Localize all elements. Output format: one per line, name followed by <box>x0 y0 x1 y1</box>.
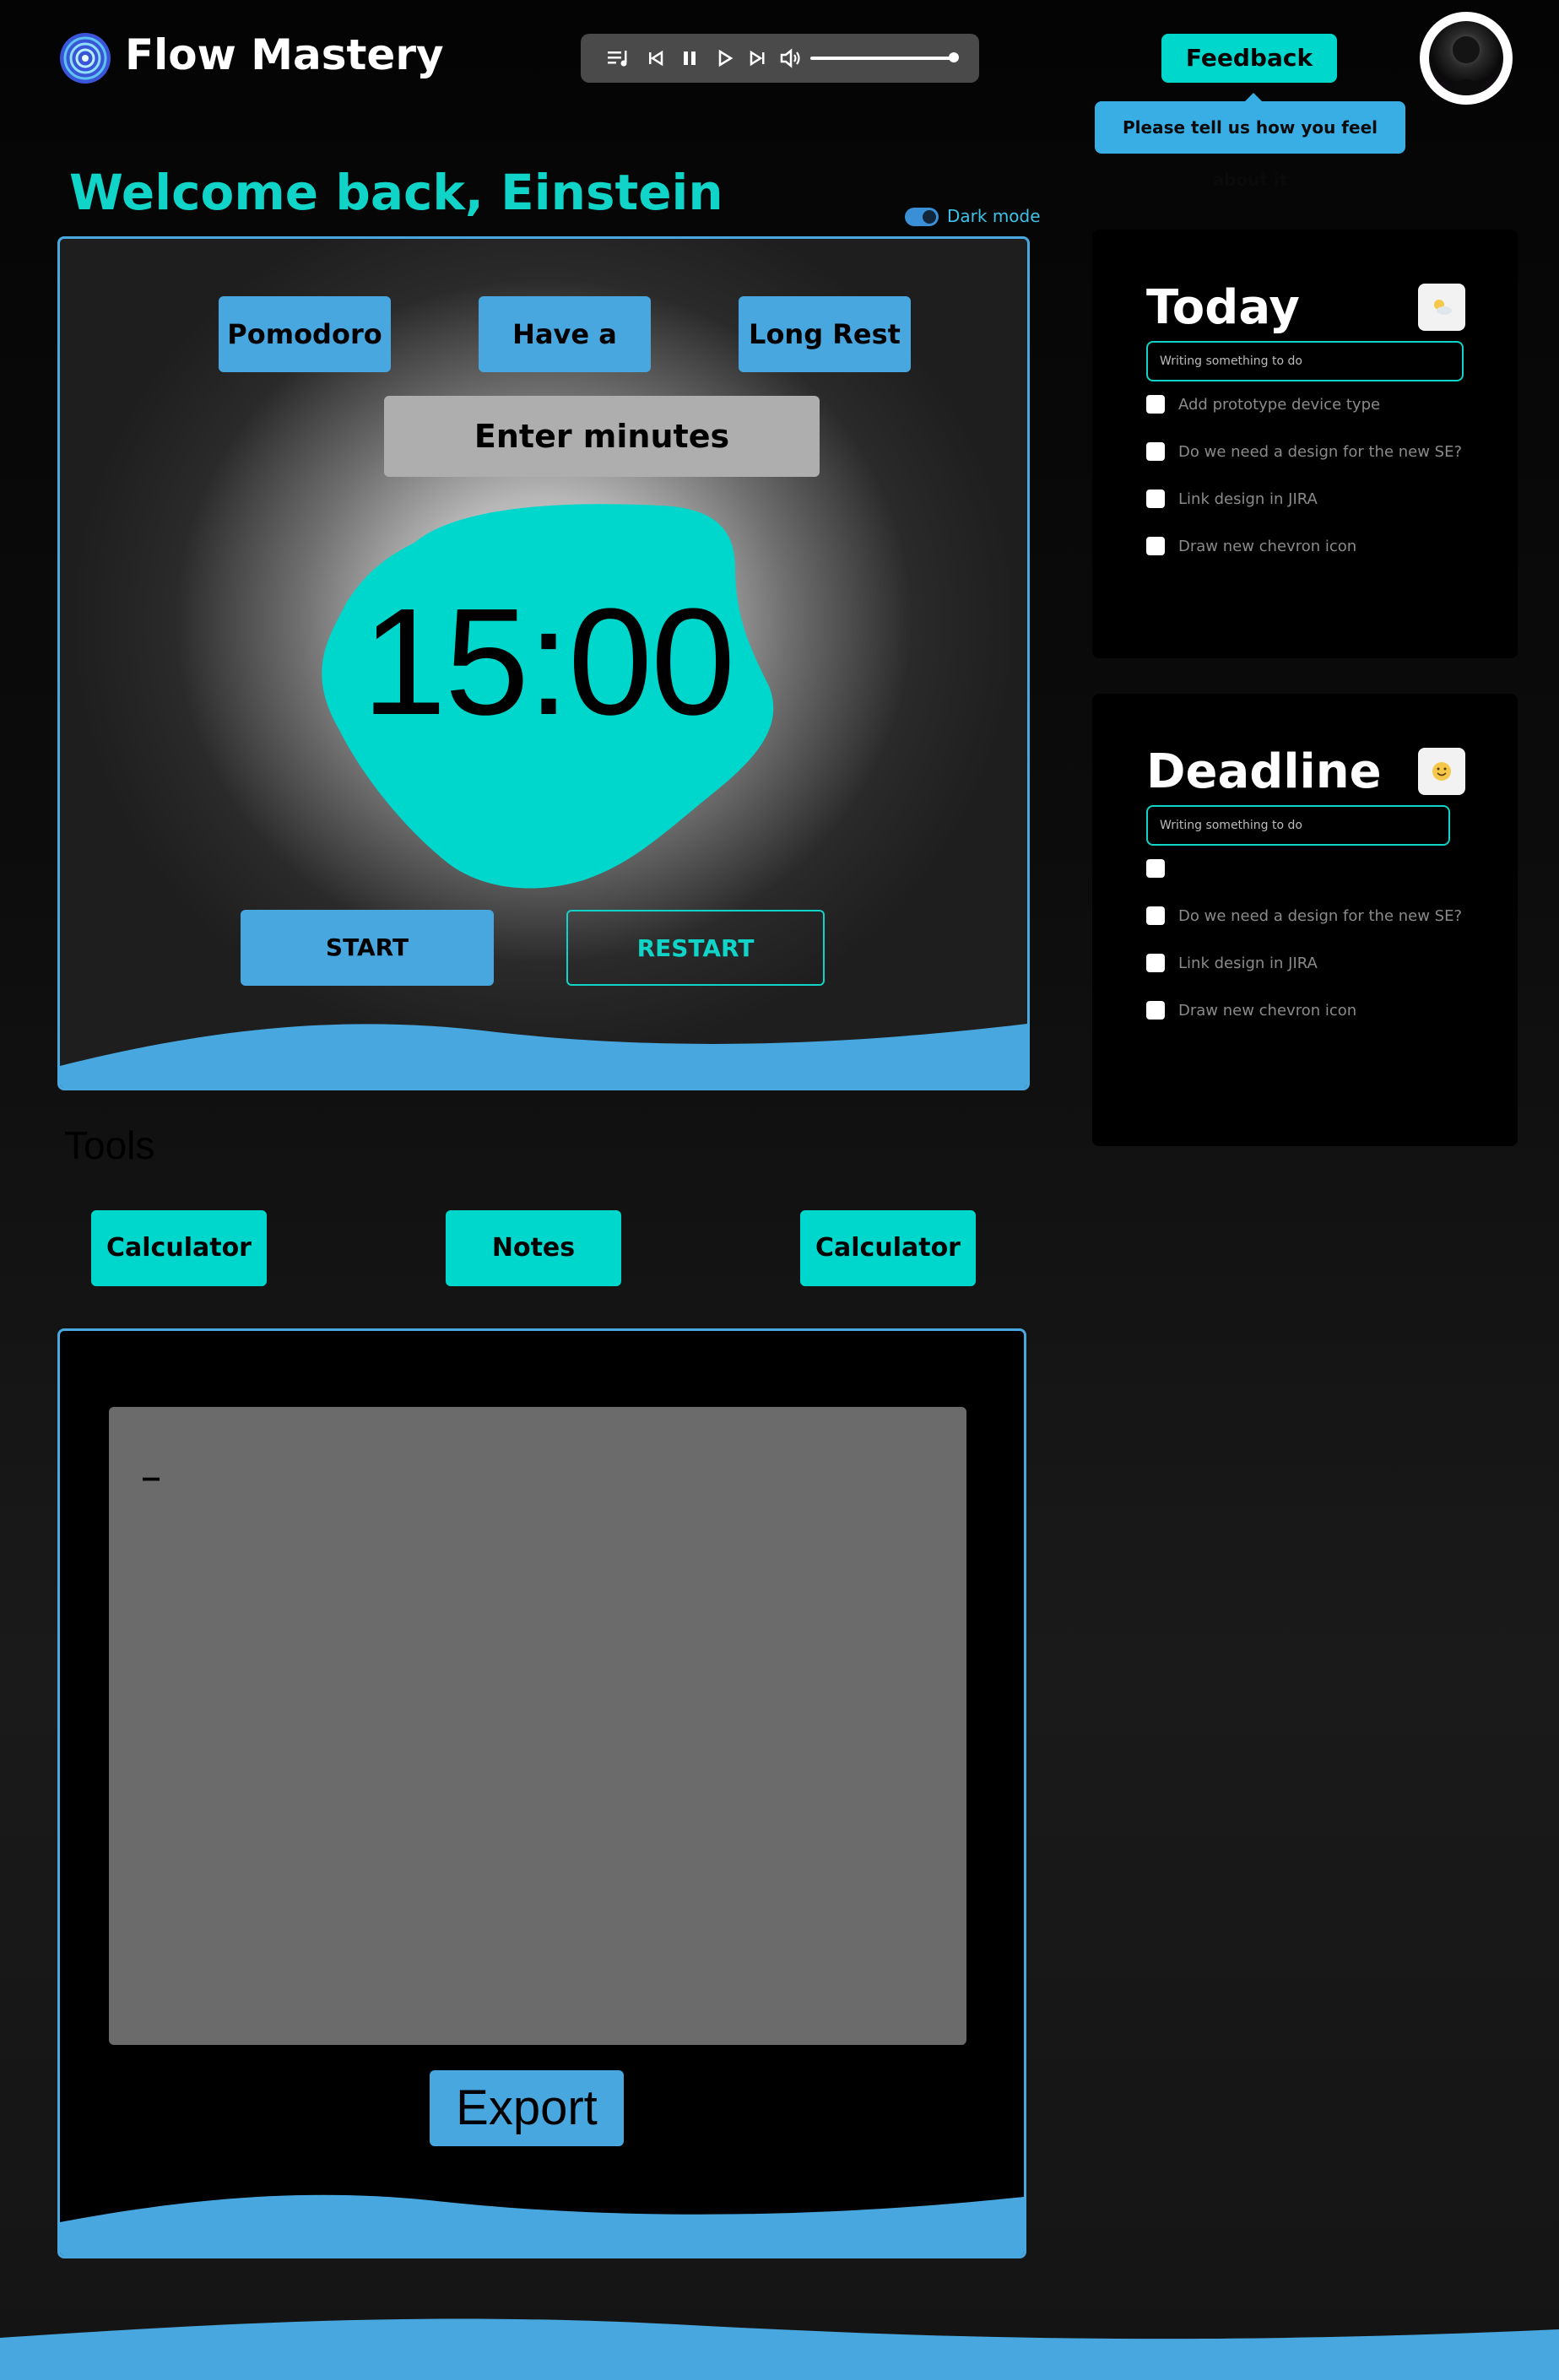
deadline-panel: Deadline Do we need a design for the new… <box>1092 694 1518 1146</box>
pause-icon[interactable] <box>677 46 702 71</box>
task-label: Do we need a design for the new SE? <box>1178 907 1463 925</box>
app-title: Flow Mastery <box>125 30 444 79</box>
app-logo-icon <box>59 32 111 84</box>
calculator-button[interactable]: Calculator <box>91 1210 267 1286</box>
card-wave <box>60 1024 1027 1088</box>
deadline-title: Deadline <box>1146 744 1382 799</box>
task-checkbox[interactable] <box>1146 906 1165 925</box>
minutes-input[interactable] <box>384 396 820 477</box>
today-panel: Today Add prototype device type Do we ne… <box>1092 230 1518 658</box>
task-label: Add prototype device type <box>1178 396 1381 414</box>
task-checkbox[interactable] <box>1146 395 1165 414</box>
previous-icon[interactable] <box>643 46 669 71</box>
notes-content: _ <box>143 1442 160 1481</box>
task-checkbox[interactable] <box>1146 442 1165 461</box>
volume-icon[interactable] <box>778 46 804 71</box>
task-checkbox[interactable] <box>1146 490 1165 508</box>
mode-pomodoro-button[interactable]: Pomodoro <box>219 296 391 372</box>
smile-icon[interactable] <box>1418 748 1465 795</box>
export-button[interactable]: Export <box>430 2070 624 2146</box>
task-checkbox[interactable] <box>1146 859 1165 878</box>
playlist-icon[interactable] <box>606 46 631 71</box>
task-label: Link design in JIRA <box>1178 490 1318 508</box>
notes-button[interactable]: Notes <box>446 1210 621 1286</box>
task-label: Link design in JIRA <box>1178 955 1318 972</box>
calculator-button-2[interactable]: Calculator <box>800 1210 976 1286</box>
timer-display: 15:00 <box>361 577 735 747</box>
mode-have-a-rest-button[interactable]: Have a rest <box>479 296 651 426</box>
tools-heading: Tools <box>64 1123 155 1167</box>
card-wave <box>60 2194 1024 2256</box>
notes-textarea[interactable]: _ <box>109 1407 966 2045</box>
dark-mode-toggle[interactable] <box>905 208 939 226</box>
sun-cloud-icon[interactable] <box>1418 284 1465 331</box>
timer-card: Pomodoro Have a rest Long Rest 15:00 STA… <box>57 236 1030 1090</box>
dark-mode-label: Dark mode <box>947 206 1041 226</box>
avatar[interactable] <box>1420 12 1513 105</box>
task-label: Do we need a design for the new SE? <box>1178 443 1463 461</box>
task-checkbox[interactable] <box>1146 1001 1165 1020</box>
task-checkbox[interactable] <box>1146 954 1165 972</box>
toggle-knob <box>923 210 936 224</box>
feedback-tooltip: Please tell us how you feel about it <box>1095 93 1405 190</box>
today-input[interactable] <box>1146 341 1464 381</box>
volume-slider-track[interactable] <box>810 57 954 60</box>
deadline-input[interactable] <box>1146 805 1450 846</box>
avatar-image <box>1429 21 1503 95</box>
welcome-heading: Welcome back, Einstein <box>69 164 723 221</box>
music-player <box>581 34 979 83</box>
next-icon[interactable] <box>744 46 770 71</box>
task-label: Draw new chevron icon <box>1178 538 1357 555</box>
play-icon[interactable] <box>712 46 738 71</box>
today-title: Today <box>1146 280 1300 335</box>
restart-button[interactable]: RESTART <box>566 910 825 986</box>
feedback-button[interactable]: Feedback <box>1161 34 1337 83</box>
task-checkbox[interactable] <box>1146 537 1165 555</box>
task-label: Draw new chevron icon <box>1178 1002 1357 1020</box>
volume-slider-knob[interactable] <box>949 52 959 62</box>
page-wave <box>0 2318 1559 2380</box>
mode-long-rest-button[interactable]: Long Rest <box>739 296 911 372</box>
notes-card: _ Export <box>57 1328 1026 2258</box>
start-button[interactable]: START <box>241 910 494 986</box>
